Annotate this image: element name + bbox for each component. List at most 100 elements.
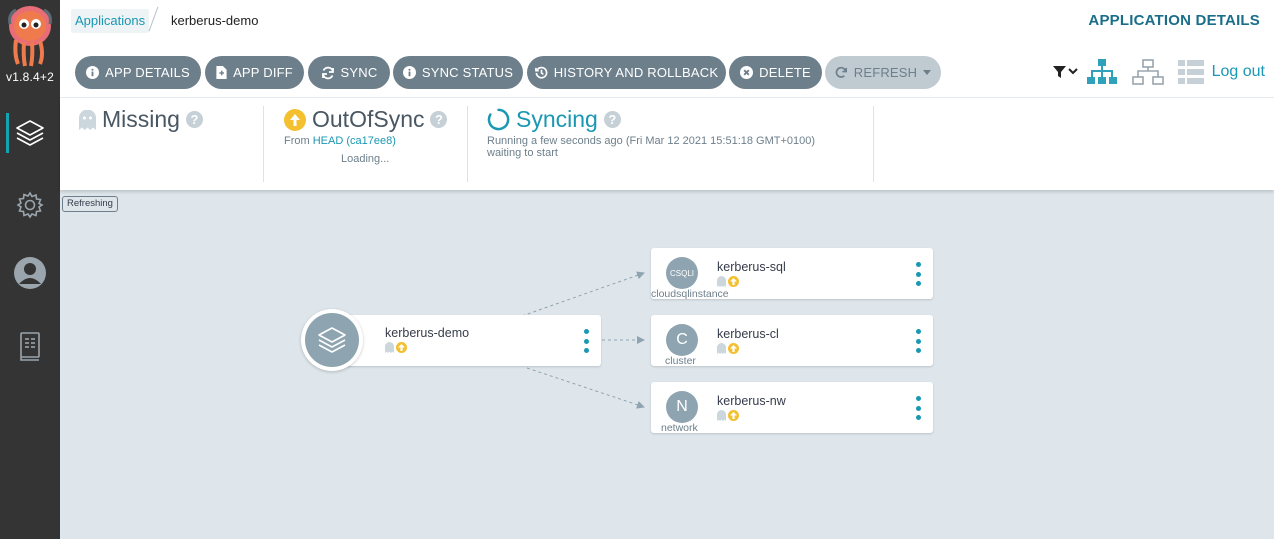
app-diff-label: APP DIFF (233, 65, 293, 80)
breadcrumb-applications[interactable]: Applications (71, 9, 150, 33)
list-view-button[interactable] (1178, 60, 1204, 89)
app-details-button[interactable]: APP DETAILS (75, 56, 201, 89)
argo-logo[interactable] (6, 4, 54, 68)
nav-applications[interactable] (0, 107, 60, 159)
kind-icon: C (666, 324, 698, 356)
ghost-icon (717, 410, 726, 421)
resource-status (717, 410, 739, 421)
app-node-name: kerberus-demo (385, 326, 470, 340)
sync-status: OutOfSync ? From HEAD (ca17ee8) Loading.… (284, 106, 448, 182)
app-diff-button[interactable]: APP DIFF (205, 56, 304, 89)
app-details-label: APP DETAILS (105, 65, 190, 80)
logout-link[interactable]: Log out (1212, 63, 1265, 81)
operation-status: Syncing ? Running a few seconds ago (Fri… (487, 106, 815, 182)
sync-from-prefix: From (284, 135, 313, 147)
sync-label: SYNC (340, 65, 378, 80)
history-icon (534, 66, 548, 79)
ghost-icon (717, 276, 726, 287)
sync-status-button[interactable]: SYNC STATUS (393, 56, 523, 89)
kind-label: network (661, 422, 698, 434)
kind-label: cloudsqlinstance (651, 288, 729, 300)
resource-node[interactable]: N network kerberus-nw (651, 382, 933, 434)
sync-loading: Loading... (341, 153, 390, 165)
out-of-sync-icon (728, 276, 739, 287)
edge-app-to-sql (521, 271, 645, 317)
resource-menu-button[interactable] (914, 329, 922, 353)
refresh-button[interactable]: REFRESH (825, 56, 941, 89)
delete-button[interactable]: DELETE (729, 56, 822, 89)
file-diff-icon (216, 66, 227, 79)
sync-status-label: SYNC STATUS (421, 65, 514, 80)
sync-button[interactable]: SYNC (308, 56, 390, 89)
redo-icon (835, 66, 847, 78)
sync-revision: From HEAD (ca17ee8) (284, 135, 447, 147)
caret-down-icon (923, 70, 932, 75)
resource-name: kerberus-nw (717, 394, 786, 408)
resource-menu-button[interactable] (914, 396, 922, 420)
operation-help-icon[interactable]: ? (603, 111, 621, 128)
info-circle-icon (402, 66, 416, 79)
ghost-icon (79, 109, 96, 130)
health-label: Missing (102, 106, 180, 132)
sync-status-title: OutOfSync (312, 106, 425, 132)
info-circle-icon (86, 66, 100, 79)
app-node-menu-button[interactable] (582, 329, 590, 353)
layers-icon (318, 327, 346, 353)
kind-icon: CSQLI (666, 257, 698, 289)
breadcrumb-separator (148, 6, 159, 32)
sitemap-icon (1087, 59, 1117, 84)
status-divider (873, 106, 874, 182)
app-node[interactable]: kerberus-demo (330, 315, 601, 366)
operation-message: waiting to start (487, 147, 558, 159)
nav-docs[interactable] (0, 320, 60, 372)
app-node-icon (301, 309, 363, 371)
resource-status (717, 276, 739, 287)
breadcrumb-current: kerberus-demo (171, 13, 259, 28)
page-title: APPLICATION DETAILS (1088, 12, 1260, 29)
arrow-circle-up-icon (284, 108, 306, 131)
app-node-status (385, 342, 407, 353)
version-label: v1.8.4+2 (6, 70, 54, 84)
out-of-sync-icon (728, 343, 739, 354)
toolbar: APP DETAILS APP DIFF SYNC SYNC STATUS HI… (60, 44, 1274, 98)
book-icon (20, 332, 40, 361)
revision-link[interactable]: HEAD (ca17ee8) (313, 135, 396, 147)
network-icon (1132, 59, 1164, 85)
times-circle-icon (740, 66, 754, 79)
history-rollback-button[interactable]: HISTORY AND ROLLBACK (527, 56, 726, 89)
kind-label: cluster (665, 355, 696, 367)
resource-node[interactable]: C cluster kerberus-cl (651, 315, 933, 367)
operation-label: Syncing (516, 106, 598, 132)
gear-icon (16, 191, 44, 219)
top-bar: Applications kerberus-demo APPLICATION D… (60, 0, 1274, 44)
ghost-icon (385, 342, 394, 353)
health-help-icon[interactable]: ? (185, 111, 203, 128)
filter-dropdown[interactable] (1053, 65, 1079, 84)
refreshing-tag: Refreshing (62, 196, 118, 212)
sidebar: v1.8.4+2 (0, 0, 60, 539)
edge-app-to-nw (526, 367, 645, 409)
status-divider (467, 106, 468, 182)
nav-settings[interactable] (0, 179, 60, 231)
resource-node[interactable]: CSQLI cloudsqlinstance kerberus-sql (651, 248, 933, 300)
out-of-sync-icon (396, 342, 407, 353)
resource-menu-button[interactable] (914, 262, 922, 286)
network-view-button[interactable] (1132, 59, 1164, 90)
sync-icon (321, 66, 334, 79)
sync-help-icon[interactable]: ? (430, 111, 448, 128)
out-of-sync-icon (728, 410, 739, 421)
nav-user-info[interactable] (0, 247, 60, 299)
tree-view-button[interactable] (1086, 59, 1118, 90)
kind-icon: N (666, 391, 698, 423)
health-status: Missing ? (79, 106, 203, 182)
list-icon (1178, 60, 1204, 84)
status-panel: Missing ? OutOfSync ? From HEAD (ca17ee8… (60, 98, 1274, 190)
resource-name: kerberus-sql (717, 260, 786, 274)
user-icon (14, 257, 46, 289)
resource-status (717, 343, 739, 354)
ghost-icon (717, 343, 726, 354)
history-rollback-label: HISTORY AND ROLLBACK (553, 65, 719, 80)
status-divider (263, 106, 264, 182)
layers-icon (16, 120, 44, 146)
spinner-icon (487, 108, 510, 131)
